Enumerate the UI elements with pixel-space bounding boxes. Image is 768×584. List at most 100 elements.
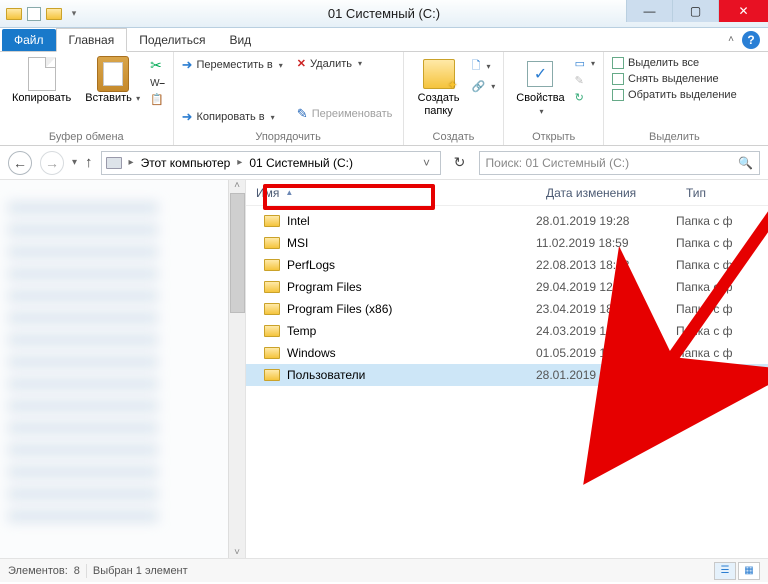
file-date: 22.08.2013 18:22 bbox=[536, 258, 676, 272]
column-name[interactable]: Имя▲ bbox=[246, 186, 536, 200]
file-date: 28.01.2019 18:27 bbox=[536, 368, 676, 382]
rename-icon: ✎ bbox=[297, 106, 308, 122]
select-all-icon bbox=[612, 57, 624, 69]
table-row[interactable]: Пользователи 28.01.2019 18:27Папка с ф bbox=[246, 364, 768, 386]
ribbon-tabs: Файл Главная Поделиться Вид ˄ ? bbox=[0, 28, 768, 52]
tab-view[interactable]: Вид bbox=[217, 29, 263, 51]
maximize-button[interactable]: ▢ bbox=[672, 0, 718, 22]
select-none-button[interactable]: Снять выделение bbox=[612, 72, 737, 86]
breadcrumb[interactable]: ▸ Этот компьютер ▸ 01 Системный (C:) ˅ bbox=[101, 151, 441, 175]
chevron-right-icon[interactable]: ▸ bbox=[126, 157, 137, 168]
table-row[interactable]: Temp24.03.2019 15:53Папка с ф bbox=[246, 320, 768, 342]
minimize-button[interactable]: — bbox=[626, 0, 672, 22]
table-row[interactable]: Program Files (x86)23.04.2019 18:22Папка… bbox=[246, 298, 768, 320]
file-type: Папка с ф bbox=[676, 236, 768, 250]
file-name: Пользователи bbox=[287, 368, 365, 382]
refresh-button[interactable]: ↻ bbox=[449, 151, 471, 175]
new-folder-button[interactable]: Создать папку bbox=[412, 56, 466, 119]
breadcrumb-location[interactable]: 01 Системный (C:) bbox=[249, 156, 353, 170]
select-none-icon bbox=[612, 73, 624, 85]
group-open: Свойства▾ ▭▾ ✎ ↻ Открыть bbox=[504, 52, 604, 145]
file-name: Program Files (x86) bbox=[287, 302, 392, 316]
file-rows: Intel28.01.2019 19:28Папка с фMSI11.02.2… bbox=[246, 206, 768, 386]
file-date: 23.04.2019 18:22 bbox=[536, 302, 676, 316]
edit-button: ✎ bbox=[575, 73, 595, 88]
drive-icon bbox=[106, 157, 122, 169]
back-button[interactable]: ← bbox=[8, 151, 32, 175]
file-date: 29.04.2019 12:57 bbox=[536, 280, 676, 294]
folder-icon[interactable] bbox=[46, 6, 62, 22]
paste-label: Вставить bbox=[85, 92, 132, 104]
window-controls: — ▢ ✕ bbox=[626, 0, 768, 22]
file-name: Intel bbox=[287, 214, 310, 228]
table-row[interactable]: PerfLogs 22.08.2013 18:22Папка с ф bbox=[246, 254, 768, 276]
scroll-thumb[interactable] bbox=[230, 193, 245, 313]
invert-icon bbox=[612, 89, 624, 101]
help-icon[interactable]: ? bbox=[742, 31, 760, 49]
navigation-pane[interactable]: ˄ ˅ bbox=[0, 180, 246, 558]
table-row[interactable]: Intel28.01.2019 19:28Папка с ф bbox=[246, 210, 768, 232]
close-button[interactable]: ✕ bbox=[718, 0, 768, 22]
properties-button[interactable]: Свойства▾ bbox=[512, 56, 568, 119]
file-list-pane: Имя▲ Дата изменения Тип Intel28.01.2019 … bbox=[246, 180, 768, 558]
file-type: Папка с ф bbox=[676, 368, 768, 382]
table-row[interactable]: Program Files29.04.2019 12:57Папка с ф bbox=[246, 276, 768, 298]
group-clipboard-label: Буфер обмена bbox=[8, 129, 165, 143]
group-organize: ➜Переместить в▾ ➜Копировать в▾ ✕Удалить▾… bbox=[174, 52, 404, 145]
table-row[interactable]: Windows01.05.2019 14:05Папка с ф bbox=[246, 342, 768, 364]
new-folder-icon bbox=[423, 59, 455, 89]
main-area: ˄ ˅ Имя▲ Дата изменения Тип Intel28.01.2… bbox=[0, 180, 768, 558]
status-bar: Элементов: 8 Выбран 1 элемент ☰ ▦ bbox=[0, 558, 768, 582]
recent-locations-icon[interactable]: ▾ bbox=[72, 157, 77, 168]
new-item-button[interactable]: 🗋▾ bbox=[472, 56, 496, 77]
group-open-label: Открыть bbox=[512, 129, 595, 143]
folder-icon bbox=[264, 259, 280, 271]
folder-icon bbox=[264, 303, 280, 315]
tab-file[interactable]: Файл bbox=[2, 29, 56, 51]
quick-access-toolbar: ▾ bbox=[0, 6, 88, 22]
column-type[interactable]: Тип bbox=[676, 186, 768, 200]
file-name: PerfLogs bbox=[287, 258, 335, 272]
ribbon: Копировать Вставить ▾ ✂ W⎯ 📋 Буфер обмен… bbox=[0, 52, 768, 146]
breadcrumb-this-pc[interactable]: Этот компьютер bbox=[141, 156, 231, 170]
move-icon: ➜ bbox=[182, 57, 193, 73]
copy-to-button[interactable]: ➜Копировать в▾ bbox=[182, 108, 283, 126]
select-all-button[interactable]: Выделить все bbox=[612, 56, 737, 70]
icons-view-button[interactable]: ▦ bbox=[738, 562, 760, 580]
delete-button[interactable]: ✕Удалить▾ bbox=[297, 56, 393, 71]
file-name: MSI bbox=[287, 236, 308, 250]
chevron-right-icon[interactable]: ▸ bbox=[234, 157, 245, 168]
qat-dropdown-icon[interactable]: ▾ bbox=[66, 6, 82, 22]
paste-button[interactable]: Вставить ▾ bbox=[81, 56, 144, 107]
tab-home[interactable]: Главная bbox=[56, 28, 128, 52]
forward-button[interactable]: → bbox=[40, 151, 64, 175]
easy-access-button: 🔗▾ bbox=[472, 79, 496, 94]
nav-scrollbar[interactable]: ˄ ˅ bbox=[228, 180, 245, 558]
open-button[interactable]: ▭▾ bbox=[575, 56, 595, 71]
group-select-label: Выделить bbox=[612, 129, 737, 143]
status-selection: Выбран 1 элемент bbox=[93, 565, 188, 577]
copy-icon[interactable] bbox=[26, 6, 42, 22]
move-to-button[interactable]: ➜Переместить в▾ bbox=[182, 56, 283, 74]
invert-selection-button[interactable]: Обратить выделение bbox=[612, 88, 737, 102]
address-dropdown-icon[interactable]: ˅ bbox=[418, 156, 436, 170]
view-switcher: ☰ ▦ bbox=[714, 562, 760, 580]
up-button[interactable]: ↑ bbox=[85, 154, 93, 171]
paste-shortcut-button[interactable]: 📋 bbox=[150, 92, 164, 107]
status-elements-count: 8 bbox=[74, 565, 80, 577]
scissors-icon: ✂ bbox=[150, 57, 162, 74]
tab-share[interactable]: Поделиться bbox=[127, 29, 217, 51]
details-view-button[interactable]: ☰ bbox=[714, 562, 736, 580]
copy-button[interactable]: Копировать bbox=[8, 56, 75, 107]
file-type: Папка с ф bbox=[676, 258, 768, 272]
delete-icon: ✕ bbox=[297, 57, 306, 70]
table-row[interactable]: MSI11.02.2019 18:59Папка с ф bbox=[246, 232, 768, 254]
collapse-ribbon-icon[interactable]: ˄ bbox=[728, 34, 734, 45]
search-input[interactable]: Поиск: 01 Системный (C:) 🔍 bbox=[479, 151, 760, 175]
cut-button[interactable]: ✂ bbox=[150, 56, 164, 75]
column-date[interactable]: Дата изменения bbox=[536, 186, 676, 200]
folder-icon bbox=[264, 369, 280, 381]
group-organize-label: Упорядочить bbox=[182, 129, 395, 143]
copy-path-button[interactable]: W⎯ bbox=[150, 77, 164, 90]
status-elements-label: Элементов: bbox=[8, 565, 68, 577]
